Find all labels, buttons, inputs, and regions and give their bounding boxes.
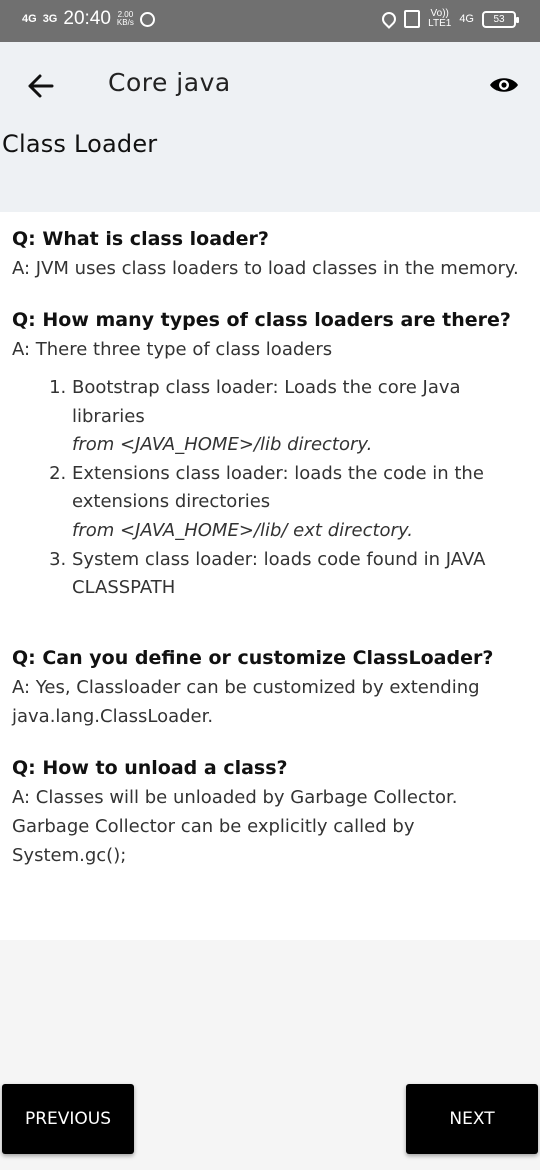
volte-indicator: Vo)) LTE1 bbox=[428, 9, 451, 29]
loader-types-list: Bootstrap class loader: Loads the core J… bbox=[12, 374, 528, 603]
answer: A: JVM uses class loaders to load classe… bbox=[12, 258, 519, 279]
arrow-left-icon bbox=[28, 74, 54, 98]
topic-title: Class Loader bbox=[2, 130, 158, 158]
app-bar: Core java Class Loader bbox=[0, 42, 540, 212]
eye-button[interactable] bbox=[488, 74, 520, 96]
list-item: Bootstrap class loader: Loads the core J… bbox=[72, 374, 528, 460]
net-speed: 2.00 KB/s bbox=[117, 11, 134, 27]
answer: A: There three type of class loaders bbox=[12, 339, 333, 360]
back-button[interactable] bbox=[18, 66, 64, 106]
signal-4g-icon: 4G bbox=[22, 12, 37, 25]
status-bar: 4G 3G 20:40 2.00 KB/s Vo)) LTE1 4G 53 bbox=[0, 0, 540, 42]
net-speed-unit: KB/s bbox=[116, 18, 134, 27]
question: Q: Can you define or customize ClassLoad… bbox=[12, 646, 494, 669]
list-item-path: from <JAVA_HOME>/lib/ ext directory. bbox=[72, 519, 413, 541]
answer: A: Yes, Classloader can be customized by… bbox=[12, 676, 480, 727]
qa-item: Q: Can you define or customize ClassLoad… bbox=[12, 643, 528, 731]
list-item: Extensions class loader: loads the code … bbox=[72, 460, 528, 546]
next-button[interactable]: NEXT bbox=[406, 1084, 538, 1154]
network-type: 4G bbox=[459, 13, 474, 25]
question: Q: How to unload a class? bbox=[12, 756, 288, 779]
signal-3g-icon: 3G bbox=[42, 12, 58, 25]
qa-item: Q: What is class loader? A: JVM uses cla… bbox=[12, 224, 528, 283]
list-item-path: from <JAVA_HOME>/lib directory. bbox=[72, 434, 373, 456]
previous-button[interactable]: PREVIOUS bbox=[2, 1084, 134, 1154]
battery-icon: 53 bbox=[482, 10, 519, 28]
qa-item: Q: How to unload a class? A: Classes wil… bbox=[12, 753, 528, 870]
vibrate-icon bbox=[404, 10, 421, 28]
bottom-nav: PREVIOUS NEXT bbox=[0, 940, 540, 1170]
list-item-text: System class loader: loads code found in… bbox=[72, 548, 486, 599]
content-area: Q: What is class loader? A: JVM uses cla… bbox=[0, 212, 540, 940]
volte-bottom: LTE1 bbox=[428, 18, 452, 29]
list-item: System class loader: loads code found in… bbox=[72, 546, 528, 603]
status-time: 20:40 bbox=[63, 8, 111, 29]
screen-title: Core java bbox=[108, 68, 231, 97]
whatsapp-icon bbox=[139, 11, 155, 27]
list-item-text: Bootstrap class loader: Loads the core J… bbox=[72, 377, 461, 427]
location-icon bbox=[379, 9, 400, 29]
eye-icon bbox=[490, 78, 518, 92]
list-item-text: Extensions class loader: loads the code … bbox=[72, 462, 484, 513]
question: Q: What is class loader? bbox=[12, 228, 269, 250]
question: Q: How many types of class loaders are t… bbox=[12, 309, 511, 331]
qa-item: Q: How many types of class loaders are t… bbox=[12, 305, 528, 603]
answer: A: Classes will be unloaded by Garbage C… bbox=[12, 786, 458, 866]
